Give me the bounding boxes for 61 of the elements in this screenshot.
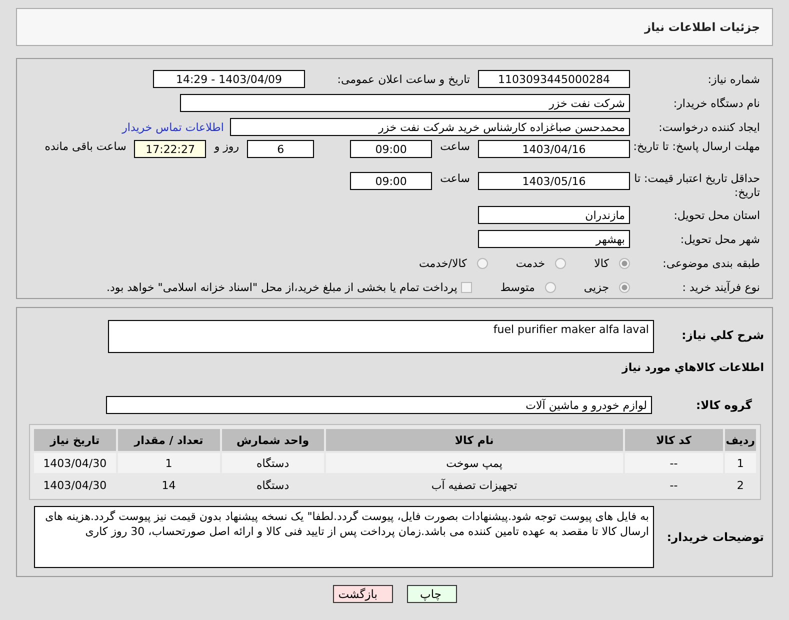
field-label: تاریخ و ساعت اعلان عمومی: (336, 72, 470, 86)
radio-label: متوسط (500, 280, 535, 294)
field-label: ایجاد کننده درخواست: (658, 120, 761, 134)
column-header: تعداد / مقدار (118, 429, 220, 451)
radio-label: خدمت (516, 256, 546, 270)
field-label: شرح کلي نیاز: (680, 327, 764, 342)
need-number-field: 1103093445000284 (478, 70, 630, 88)
radio-label: کالا/خدمت (419, 256, 467, 270)
description-textarea[interactable]: fuel purifier maker alfa laval (108, 320, 654, 353)
radio-button[interactable] (555, 258, 566, 268)
time-field: 09:00 (350, 140, 432, 158)
announce-date-field: 1403/04/09 - 14:29 (153, 70, 305, 88)
goods-group-field: لوازم خودرو و ماشین آلات (106, 396, 652, 414)
creator-field: محمدحسن صباغزاده کارشناس خرید شرکت نفت خزر (230, 118, 630, 136)
section-heading: اطلاعات کالاهاي مورد نیاز (622, 361, 764, 374)
time-label: ساعت (440, 140, 470, 153)
table-cell: پمپ سوخت (326, 453, 623, 473)
notes-textarea[interactable]: به فایل های پیوست توجه شود.پیشنهادات بصورت فایل، پیوست گردد.لطفا" یک نسخه پیشنهاد بدون قیمت نیز پیوست گردد.هزینه های ارسال کالا تا مقصد به عهده تامین کننده می باشد.زمان پرداخت پس از تایید فنی کالا و ارائه اصل صورتحساب، 30 روز کاری (34, 506, 654, 568)
days-label: روز و (214, 140, 240, 153)
back-button[interactable]: بازگشت (332, 585, 392, 603)
radio-button[interactable] (619, 258, 630, 268)
time-label: ساعت (440, 172, 470, 185)
field-label: گروه کالا: (695, 398, 753, 412)
date-field: 1403/05/16 (478, 172, 630, 190)
city-field: بهشهر (478, 230, 630, 248)
province-field: مازندران (478, 206, 630, 224)
field-label: مهلت ارسال پاسخ: تا تاریخ: (632, 140, 761, 154)
radio-button[interactable] (619, 282, 630, 292)
checkbox[interactable] (461, 282, 472, 292)
radio-button[interactable] (544, 282, 556, 292)
remaining-label: ساعت باقی مانده (44, 140, 126, 153)
table-cell: 1 (724, 453, 756, 473)
column-header: واحد شمارش (222, 429, 324, 451)
field-label: استان محل تحویل: (672, 208, 761, 222)
field-label: شهر محل تحویل: (679, 232, 761, 246)
field-label: طبقه بندی موضوعی: (662, 256, 761, 270)
radio-label: جزیی (584, 280, 609, 294)
table-cell: -- (624, 453, 723, 473)
table-cell: دستگاه (222, 453, 324, 473)
remaining-time-field: 17:22:27 (134, 140, 206, 158)
field-label: حداقل تاریخ اعتبار قیمت: تا تاریخ: (633, 172, 761, 200)
column-header: نام کالا (326, 429, 623, 451)
table-cell: 1403/04/30 (34, 453, 116, 473)
field-label: شماره نیاز: (706, 72, 761, 86)
time-field: 09:00 (350, 172, 432, 190)
field-label: نام دستگاه خریدار: (672, 96, 761, 110)
column-header: تاریخ نیاز (34, 429, 116, 451)
checkbox-label: پرداخت تمام یا بخشی از مبلغ خرید،از محل "اسناد خزانه اسلامی" خواهد بود. (106, 280, 458, 294)
radio-button[interactable] (476, 258, 488, 268)
page-title: جزئیات اطلاعات نیاز (644, 20, 760, 34)
buyer-field: شرکت نفت خزر (180, 94, 630, 112)
days-field: 6 (247, 140, 314, 158)
field-label: توضیحات خریدار: (666, 530, 764, 544)
column-header: ردیف (724, 429, 756, 451)
buyer-contact-link[interactable]: اطلاعات تماس خریدار (122, 120, 224, 134)
date-field: 1403/04/16 (478, 140, 630, 158)
radio-label: کالا (594, 256, 609, 270)
column-header: کد کالا (624, 429, 723, 451)
print-button[interactable]: چاپ (406, 585, 456, 603)
table-cell: 1 (118, 453, 220, 473)
field-label: نوع فرآیند خرید : (681, 280, 761, 294)
